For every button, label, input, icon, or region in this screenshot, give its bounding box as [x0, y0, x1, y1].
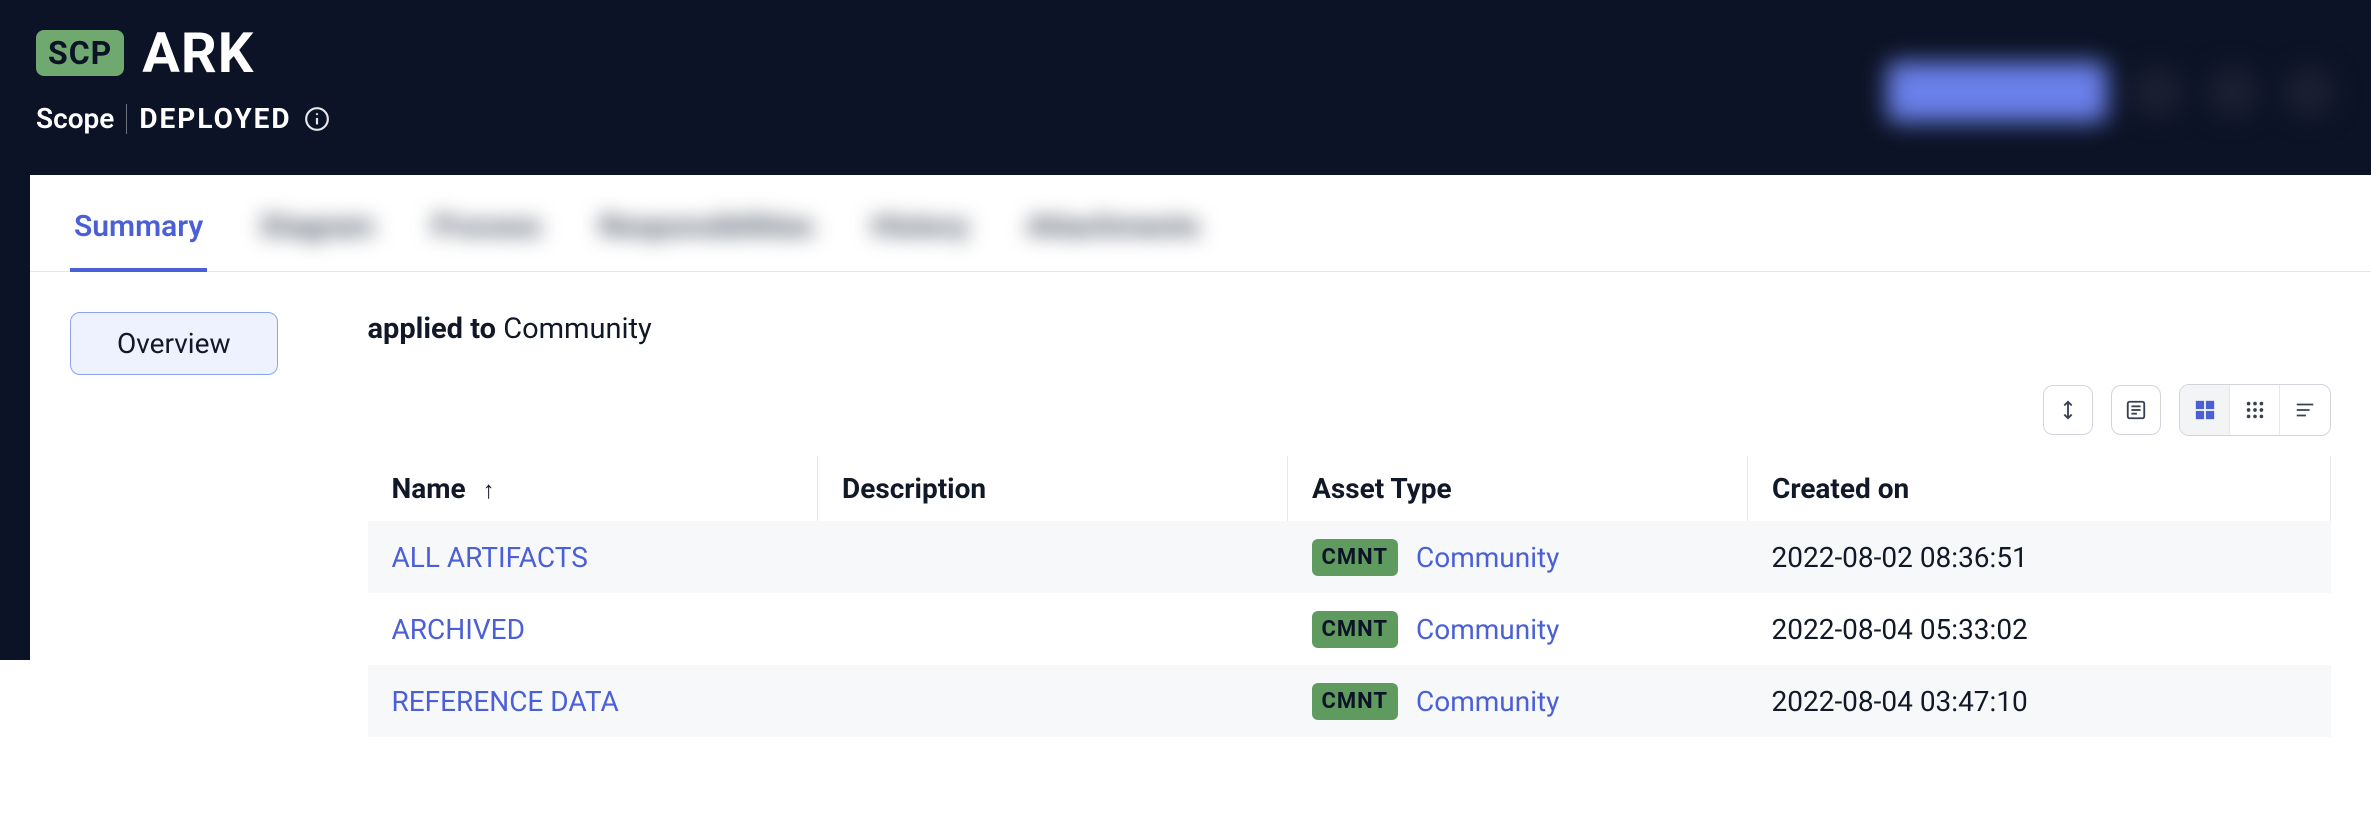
row-name-link[interactable]: REFERENCE DATA: [392, 685, 619, 718]
scope-type-badge: SCP: [36, 30, 124, 76]
divider: [126, 104, 127, 134]
table-toolbar: [368, 384, 2332, 436]
dots-grid-icon: [2244, 399, 2266, 421]
row-created-on: 2022-08-04 03:47:10: [1748, 665, 2331, 737]
table-row: REFERENCE DATA CMNT Community 2022-08-04…: [368, 665, 2331, 737]
tab-process[interactable]: Process: [428, 199, 545, 271]
list-detail-button[interactable]: [2111, 385, 2161, 435]
applied-to-label: applied to: [368, 312, 497, 346]
header-icon-3[interactable]: [2283, 66, 2335, 118]
table-row: ALL ARTIFACTS CMNT Community 2022-08-02 …: [368, 521, 2331, 593]
status-badge: DEPLOYED: [139, 102, 329, 135]
row-description: [818, 665, 1288, 737]
column-header-created-on[interactable]: Created on: [1748, 456, 2331, 521]
row-name-link[interactable]: ARCHIVED: [392, 613, 525, 646]
tab-summary[interactable]: Summary: [70, 199, 207, 272]
lines-view-button[interactable]: [2280, 385, 2330, 435]
expand-vertical-icon: [2057, 399, 2079, 421]
expand-collapse-button[interactable]: [2043, 385, 2093, 435]
header-icon-2[interactable]: [2207, 66, 2259, 118]
page-title: ARK: [142, 20, 254, 86]
asset-type-link[interactable]: Community: [1416, 685, 1559, 718]
tab-attachments[interactable]: Attachments: [1023, 199, 1204, 271]
page-header: SCP ARK Scope DEPLOYED: [0, 0, 2371, 175]
applied-to-heading: applied to Community: [368, 312, 2332, 346]
table-row: ARCHIVED CMNT Community 2022-08-04 05:33…: [368, 593, 2331, 665]
asset-type-badge: CMNT: [1312, 611, 1399, 648]
grid-icon: [2194, 399, 2216, 421]
row-created-on: 2022-08-02 08:36:51: [1748, 521, 2331, 593]
asset-type-link[interactable]: Community: [1416, 613, 1559, 646]
lines-icon: [2294, 399, 2316, 421]
applied-to-value: Community: [503, 312, 652, 346]
row-created-on: 2022-08-04 05:33:02: [1748, 593, 2331, 665]
primary-action-button[interactable]: [1887, 62, 2107, 122]
row-name-link[interactable]: ALL ARTIFACTS: [392, 541, 588, 574]
content-panel: Summary Diagram Process Responsibilities…: [30, 175, 2371, 824]
sort-ascending-icon: ↑: [483, 476, 495, 504]
info-icon[interactable]: [304, 106, 330, 132]
dots-view-button[interactable]: [2230, 385, 2280, 435]
grid-view-button[interactable]: [2180, 385, 2230, 435]
table-header-row: Name ↑ Description Asset Type Created on: [368, 456, 2331, 521]
tab-diagram[interactable]: Diagram: [257, 199, 378, 271]
tab-bar: Summary Diagram Process Responsibilities…: [30, 175, 2371, 272]
list-detail-icon: [2125, 399, 2147, 421]
header-icon-1[interactable]: [2131, 66, 2183, 118]
status-text: DEPLOYED: [139, 102, 291, 135]
column-header-description[interactable]: Description: [818, 456, 1288, 521]
view-mode-group: [2179, 384, 2331, 436]
tab-responsibilities[interactable]: Responsibilities: [595, 199, 817, 271]
asset-type-badge: CMNT: [1312, 683, 1399, 720]
header-actions-blurred: [1887, 62, 2335, 122]
column-name-label: Name: [392, 472, 466, 505]
scope-label: Scope: [36, 102, 114, 135]
column-header-asset-type[interactable]: Asset Type: [1288, 456, 1748, 521]
tab-history[interactable]: History: [868, 199, 973, 271]
row-description: [818, 521, 1288, 593]
sidebar-item-overview[interactable]: Overview: [70, 312, 278, 375]
asset-type-link[interactable]: Community: [1416, 541, 1559, 574]
data-table: Name ↑ Description Asset Type Created on…: [368, 456, 2332, 737]
column-header-name[interactable]: Name ↑: [368, 456, 818, 521]
row-description: [818, 593, 1288, 665]
asset-type-badge: CMNT: [1312, 539, 1399, 576]
